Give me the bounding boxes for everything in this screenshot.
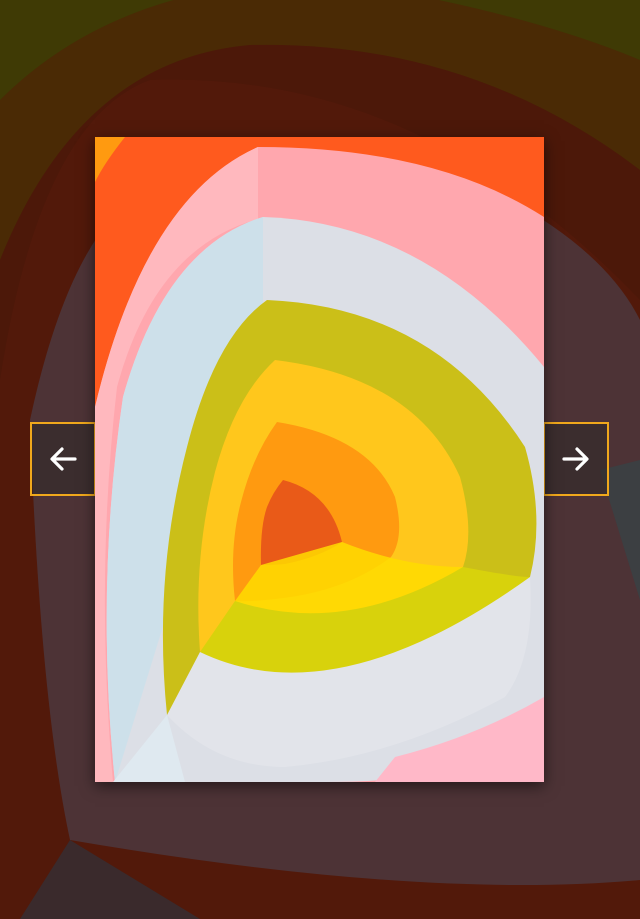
lightbox-image bbox=[95, 137, 544, 782]
next-button[interactable] bbox=[543, 422, 609, 496]
lightbox-viewer bbox=[0, 0, 640, 919]
colorful-corner-photo bbox=[95, 137, 544, 782]
previous-button[interactable] bbox=[30, 422, 96, 496]
arrow-right-icon bbox=[562, 447, 589, 471]
arrow-left-icon bbox=[50, 447, 77, 471]
